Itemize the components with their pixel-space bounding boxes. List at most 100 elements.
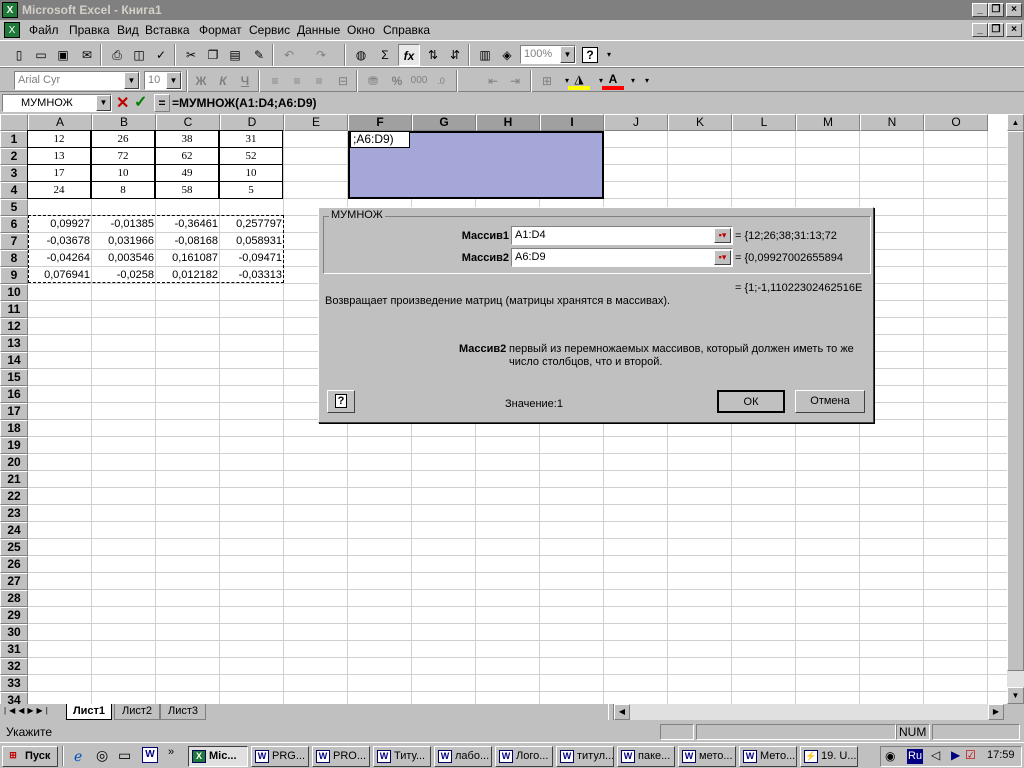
cell[interactable]: 31 — [219, 130, 283, 148]
function-icon[interactable]: fx — [398, 44, 420, 66]
media-icon[interactable]: ▶ — [951, 748, 960, 762]
font-combo[interactable]: Arial Cyr ▼ — [14, 71, 140, 90]
borders-icon[interactable]: ⊞ — [536, 70, 558, 92]
chevron-down-icon[interactable]: ▼ — [166, 72, 181, 89]
row-header-3[interactable]: 3 — [0, 165, 28, 182]
row-header-25[interactable]: 25 — [0, 539, 28, 556]
taskbar-item[interactable]: W Титу... — [373, 746, 431, 767]
row-header-8[interactable]: 8 — [0, 250, 28, 267]
collapse-dialog-icon[interactable]: ▪▾ — [714, 228, 731, 243]
cell[interactable]: 49 — [155, 164, 219, 182]
row-header-19[interactable]: 19 — [0, 437, 28, 454]
hyperlink-icon[interactable]: ◍ — [350, 44, 372, 66]
cell[interactable]: 5 — [219, 181, 283, 199]
decrease-indent-icon[interactable]: ⇤ — [482, 70, 504, 92]
row-header-12[interactable]: 12 — [0, 318, 28, 335]
cell[interactable]: 13 — [27, 147, 91, 165]
menu-edit[interactable]: Правка — [66, 20, 113, 40]
autosum-icon[interactable]: Σ — [374, 44, 396, 66]
row-header-34[interactable]: 34 — [0, 692, 28, 704]
cell[interactable]: 58 — [155, 181, 219, 199]
row-header-31[interactable]: 31 — [0, 641, 28, 658]
menu-insert[interactable]: Вставка — [142, 20, 193, 40]
select-all-corner[interactable] — [0, 114, 28, 131]
increase-indent-icon[interactable]: ⇥ — [504, 70, 526, 92]
email-icon[interactable]: ✉ — [76, 44, 98, 66]
new-icon[interactable]: ▯ — [8, 44, 30, 66]
thousands-button[interactable]: 000 — [408, 70, 430, 92]
row-header-18[interactable]: 18 — [0, 420, 28, 437]
column-header-o[interactable]: O — [924, 114, 988, 131]
arg2-input[interactable]: A6:D9 ▪▾ — [511, 248, 733, 267]
minimize-button[interactable]: _ — [972, 3, 988, 17]
chart-wizard-icon[interactable]: ▥ — [474, 44, 496, 66]
increase-decimal-icon[interactable]: .0 — [430, 70, 452, 92]
cell[interactable]: 72 — [91, 147, 155, 165]
align-center-icon[interactable]: ≡ — [286, 70, 308, 92]
row-header-7[interactable]: 7 — [0, 233, 28, 250]
volume-icon[interactable]: ◁ — [931, 748, 940, 762]
taskbar-item[interactable]: W Лого... — [495, 746, 553, 767]
italic-button[interactable]: К — [212, 70, 234, 92]
sheet-nav-icons[interactable]: |◀◀▶▶| — [4, 706, 51, 715]
row-header-22[interactable]: 22 — [0, 488, 28, 505]
language-indicator[interactable]: Ru — [907, 749, 924, 764]
excel-icon[interactable]: X — [2, 2, 18, 18]
row-header-20[interactable]: 20 — [0, 454, 28, 471]
taskbar-item[interactable]: Wмето... — [678, 746, 736, 767]
row-header-2[interactable]: 2 — [0, 148, 28, 165]
toolbar-options-icon[interactable]: ▾ — [636, 70, 658, 92]
row-header-17[interactable]: 17 — [0, 403, 28, 420]
menu-window[interactable]: Окно — [344, 20, 378, 40]
cell[interactable]: 38 — [155, 130, 219, 148]
row-header-5[interactable]: 5 — [0, 199, 28, 216]
print-icon[interactable]: ⎙ — [106, 44, 128, 66]
outlook-icon[interactable]: ◎ — [96, 747, 108, 764]
copy-icon[interactable]: ❐ — [202, 44, 224, 66]
scroll-right-icon[interactable]: ▶ — [988, 704, 1004, 720]
scroll-left-icon[interactable]: ◀ — [614, 704, 630, 720]
sheet-tab-1[interactable]: Лист1 — [66, 704, 112, 720]
start-button[interactable]: ⊞ Пуск — [2, 746, 58, 767]
cell[interactable]: 8 — [91, 181, 155, 199]
toolbar-options-icon[interactable]: ▾ — [598, 44, 620, 66]
cut-icon[interactable]: ✂ — [180, 44, 202, 66]
row-header-11[interactable]: 11 — [0, 301, 28, 318]
name-box[interactable]: МУМНОЖ ▼ — [2, 94, 112, 112]
row-header-16[interactable]: 16 — [0, 386, 28, 403]
row-header-1[interactable]: 1 — [0, 131, 28, 148]
taskbar-item[interactable]: W PRG... — [251, 746, 309, 767]
percent-button[interactable]: % — [386, 70, 408, 92]
row-header-9[interactable]: 9 — [0, 267, 28, 284]
column-header-i[interactable]: I — [540, 114, 604, 131]
fill-color-icon[interactable]: ◮ — [568, 70, 590, 90]
restore-button[interactable]: ❐ — [988, 3, 1004, 17]
taskbar-item[interactable]: W Мето... — [739, 746, 797, 767]
sort-desc-icon[interactable]: ⇵ — [444, 44, 466, 66]
cell[interactable]: 26 — [91, 130, 155, 148]
row-header-24[interactable]: 24 — [0, 522, 28, 539]
menu-data[interactable]: Данные — [294, 20, 343, 40]
cell[interactable]: 17 — [27, 164, 91, 182]
cancel-button[interactable]: Отмена — [795, 390, 865, 413]
row-header-10[interactable]: 10 — [0, 284, 28, 301]
doc-restore-button[interactable]: ❐ — [988, 23, 1004, 37]
menu-file[interactable]: Файл — [26, 20, 62, 40]
column-header-k[interactable]: K — [668, 114, 732, 131]
column-header-e[interactable]: E — [284, 114, 348, 131]
menu-tools[interactable]: Сервис — [246, 20, 293, 40]
ok-button[interactable]: ОК — [717, 390, 785, 413]
help-icon[interactable]: ? — [582, 47, 598, 63]
internet-explorer-icon[interactable]: ℯ — [74, 748, 82, 765]
row-header-33[interactable]: 33 — [0, 675, 28, 692]
mail-icon[interactable]: ☑ — [965, 748, 976, 762]
column-header-d[interactable]: D — [220, 114, 284, 131]
row-header-6[interactable]: 6 — [0, 216, 28, 233]
format-painter-icon[interactable]: ✎ — [248, 44, 270, 66]
cell[interactable]: 24 — [27, 181, 91, 199]
row-header-27[interactable]: 27 — [0, 573, 28, 590]
row-header-15[interactable]: 15 — [0, 369, 28, 386]
column-header-m[interactable]: M — [796, 114, 860, 131]
scroll-thumb[interactable] — [1007, 131, 1024, 671]
doc-close-button[interactable]: × — [1006, 23, 1022, 37]
